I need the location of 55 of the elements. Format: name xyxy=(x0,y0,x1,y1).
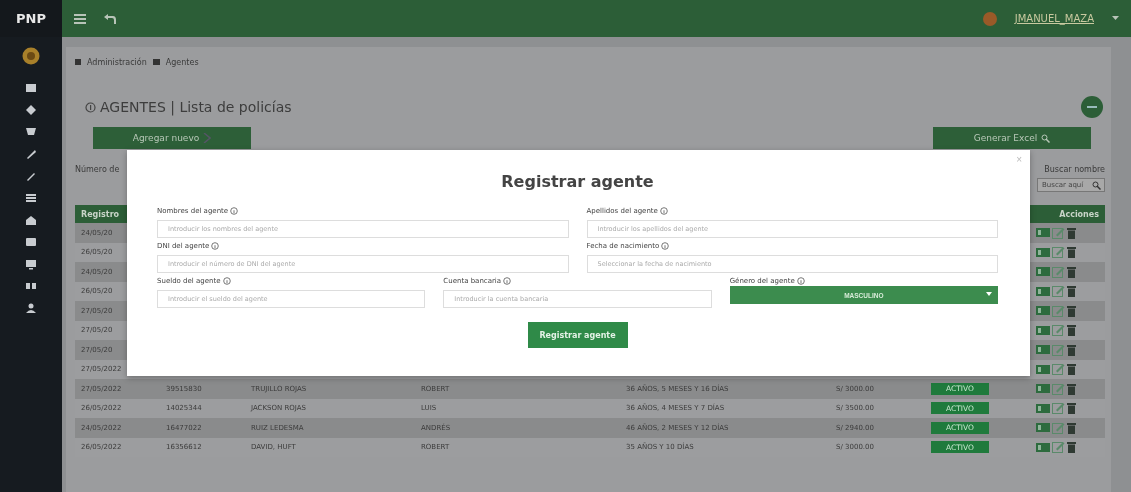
id-card-icon[interactable] xyxy=(1036,363,1050,375)
back-arrow-icon[interactable] xyxy=(104,13,116,24)
info-icon xyxy=(661,241,670,250)
trash-icon[interactable] xyxy=(1067,246,1076,259)
search-icon[interactable] xyxy=(1092,181,1101,190)
id-card-icon[interactable] xyxy=(1036,227,1050,239)
info-icon xyxy=(796,276,805,285)
search-icon xyxy=(1041,133,1051,143)
id-card-icon[interactable] xyxy=(1036,266,1050,278)
breadcrumb-item: Agentes xyxy=(165,57,199,67)
trash-icon[interactable] xyxy=(1067,324,1076,337)
page-title: AGENTES | Lista de policías xyxy=(100,99,292,115)
collapse-icon[interactable] xyxy=(1081,96,1103,118)
badge-icon xyxy=(22,47,40,65)
excel-button[interactable]: Generar Excel xyxy=(933,127,1091,149)
info-icon xyxy=(659,206,668,215)
id-card-icon[interactable] xyxy=(1036,441,1050,453)
card-icon xyxy=(152,59,160,65)
search-label: Buscar nombre xyxy=(1044,165,1105,174)
caret-icon xyxy=(986,292,992,297)
records-label: Número de xyxy=(75,165,120,176)
id-card-icon[interactable] xyxy=(1036,422,1050,434)
id-card-icon[interactable] xyxy=(1036,402,1050,414)
trash-icon[interactable] xyxy=(1067,265,1076,278)
menu-icon[interactable] xyxy=(74,13,86,24)
info-icon xyxy=(230,206,239,215)
register-button[interactable]: Registrar agente xyxy=(527,322,628,348)
id-card-icon[interactable] xyxy=(1036,285,1050,297)
info-icon xyxy=(503,276,512,285)
trash-icon[interactable] xyxy=(1067,441,1076,454)
column-header: Acciones xyxy=(1059,209,1099,219)
trash-icon[interactable] xyxy=(1067,382,1076,395)
add-button[interactable]: Agregar nuevo xyxy=(93,127,251,149)
breadcrumb-link[interactable]: Administración xyxy=(87,57,147,67)
brand-logo: PNP xyxy=(0,0,62,37)
user-name[interactable]: JMANUEL_MAZA xyxy=(1014,13,1094,24)
id-card-icon[interactable] xyxy=(1036,246,1050,258)
caret-icon[interactable] xyxy=(1112,16,1119,21)
trash-icon[interactable] xyxy=(1067,421,1076,434)
id-card-icon[interactable] xyxy=(1036,305,1050,317)
trash-icon[interactable] xyxy=(1067,402,1076,415)
id-card-icon[interactable] xyxy=(1036,324,1050,336)
trash-icon[interactable] xyxy=(1067,363,1076,376)
id-card-icon[interactable] xyxy=(1036,344,1050,356)
column-header: Registro xyxy=(81,209,120,219)
trash-icon[interactable] xyxy=(1067,285,1076,298)
dialog-title: Registrar agente xyxy=(500,172,655,191)
trash-icon[interactable] xyxy=(1067,343,1076,356)
trash-icon[interactable] xyxy=(1067,304,1076,317)
info-icon xyxy=(211,241,220,250)
chevron-icon xyxy=(203,133,212,143)
id-card-icon[interactable] xyxy=(1036,383,1050,395)
info-icon xyxy=(222,276,231,285)
trash-icon[interactable] xyxy=(1067,226,1076,239)
info-icon xyxy=(85,101,96,113)
